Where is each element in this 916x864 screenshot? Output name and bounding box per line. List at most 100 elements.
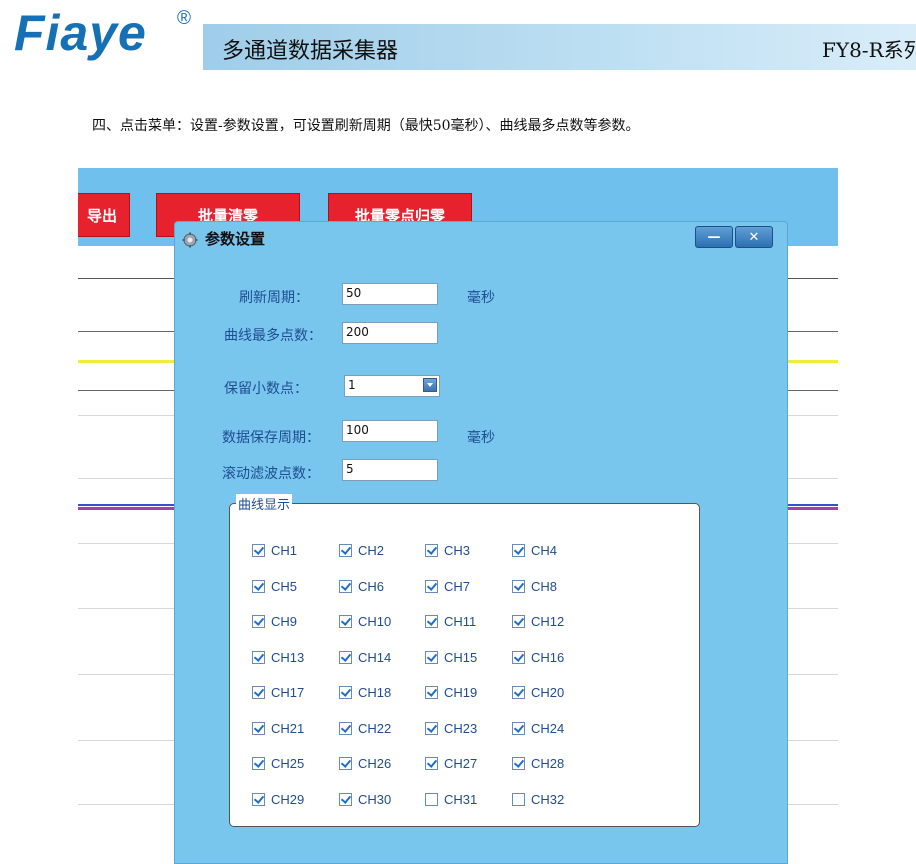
- checkbox-checked-icon[interactable]: [252, 579, 265, 593]
- save-period-input[interactable]: 100: [342, 420, 438, 442]
- channel-checkbox[interactable]: CH3: [425, 543, 470, 558]
- checkbox-checked-icon[interactable]: [425, 615, 438, 628]
- channel-checkbox[interactable]: CH15: [425, 650, 477, 665]
- minimize-button[interactable]: —: [695, 226, 733, 248]
- checkbox-checked-icon[interactable]: [425, 757, 438, 770]
- channel-checkbox[interactable]: CH1: [252, 543, 297, 558]
- channel-checkbox[interactable]: CH18: [339, 685, 391, 700]
- checkbox-checked-icon[interactable]: [339, 686, 352, 699]
- channel-label: CH15: [444, 649, 478, 665]
- channel-label: CH8: [531, 578, 558, 594]
- checkbox-checked-icon[interactable]: [252, 721, 265, 735]
- channel-checkbox[interactable]: CH9: [252, 614, 297, 629]
- checkbox-checked-icon[interactable]: [339, 544, 352, 557]
- decimals-select[interactable]: 1: [344, 375, 440, 397]
- checkbox-checked-icon[interactable]: [512, 615, 525, 628]
- checkbox-checked-icon[interactable]: [425, 544, 438, 557]
- channel-checkbox[interactable]: CH10: [339, 614, 391, 629]
- model-series: FY8-R系列: [822, 38, 916, 62]
- chevron-down-icon[interactable]: [423, 378, 437, 392]
- channel-checkbox[interactable]: CH29: [252, 792, 304, 807]
- channel-checkbox[interactable]: CH20: [512, 685, 564, 700]
- channel-label: CH11: [444, 614, 477, 629]
- channel-label: CH21: [271, 720, 305, 736]
- channel-checkbox[interactable]: CH8: [512, 579, 557, 594]
- checkbox-checked-icon[interactable]: [252, 792, 265, 806]
- channel-checkbox[interactable]: CH2: [339, 543, 384, 558]
- channel-label: CH1: [271, 543, 298, 558]
- checkbox-checked-icon[interactable]: [425, 579, 438, 593]
- channel-label: CH23: [444, 720, 478, 736]
- checkbox-checked-icon[interactable]: [339, 792, 352, 806]
- channel-label: CH14: [358, 649, 392, 665]
- channel-label: CH10: [358, 614, 392, 629]
- channel-checkbox[interactable]: CH21: [252, 721, 304, 736]
- fiaye-logo: Fiaye: [14, 5, 147, 61]
- channel-checkbox[interactable]: CH26: [339, 756, 391, 771]
- checkbox-checked-icon[interactable]: [425, 686, 438, 699]
- channel-checkbox[interactable]: CH25: [252, 756, 304, 771]
- channel-checkbox[interactable]: CH28: [512, 756, 564, 771]
- channel-checkbox[interactable]: CH30: [339, 792, 391, 807]
- channel-checkbox[interactable]: CH23: [425, 721, 477, 736]
- channel-label: CH5: [271, 578, 298, 594]
- refresh-label: 刷新周期：: [239, 290, 309, 306]
- curve-display-legend: 曲线显示: [236, 494, 293, 513]
- checkbox-checked-icon[interactable]: [512, 686, 525, 699]
- checkbox-checked-icon[interactable]: [425, 650, 438, 664]
- checkbox-checked-icon[interactable]: [339, 650, 352, 664]
- channel-label: CH24: [531, 720, 565, 736]
- channel-label: CH13: [271, 649, 305, 665]
- channel-checkbox[interactable]: CH13: [252, 650, 304, 665]
- checkbox-checked-icon[interactable]: [512, 721, 525, 735]
- save-period-label: 数据保存周期：: [222, 430, 320, 446]
- channel-checkbox[interactable]: CH11: [425, 614, 476, 629]
- channel-label: CH19: [444, 685, 478, 700]
- checkbox-checked-icon[interactable]: [339, 615, 352, 628]
- checkbox-checked-icon[interactable]: [425, 721, 438, 735]
- save-period-unit: 毫秒: [467, 430, 495, 446]
- filter-points-input[interactable]: 5: [342, 459, 438, 481]
- channel-checkbox[interactable]: CH22: [339, 721, 391, 736]
- channel-checkbox[interactable]: CH5: [252, 579, 297, 594]
- channel-checkbox[interactable]: CH27: [425, 756, 477, 771]
- channel-checkbox[interactable]: CH24: [512, 721, 564, 736]
- channel-checkbox[interactable]: CH7: [425, 579, 470, 594]
- channel-checkbox[interactable]: CH6: [339, 579, 384, 594]
- checkbox-unchecked-icon[interactable]: [425, 792, 438, 806]
- checkbox-checked-icon[interactable]: [252, 757, 265, 770]
- channel-checkbox[interactable]: CH32: [512, 792, 564, 807]
- channel-checkbox[interactable]: CH12: [512, 614, 564, 629]
- channel-checkbox[interactable]: CH19: [425, 685, 477, 700]
- channel-checkbox[interactable]: CH14: [339, 650, 391, 665]
- registered-mark: ®: [177, 8, 191, 29]
- channel-checkbox[interactable]: CH31: [425, 792, 477, 807]
- max-points-input[interactable]: 200: [342, 322, 438, 344]
- dialog-title: 参数设置: [205, 230, 266, 248]
- channel-checkbox[interactable]: CH17: [252, 685, 304, 700]
- export-button[interactable]: 导出: [78, 193, 130, 237]
- close-button[interactable]: ✕: [735, 226, 773, 248]
- channel-label: CH12: [531, 614, 565, 629]
- checkbox-checked-icon[interactable]: [512, 650, 525, 664]
- checkbox-checked-icon[interactable]: [252, 686, 265, 699]
- channel-label: CH7: [444, 578, 471, 594]
- channel-label: CH32: [531, 791, 565, 807]
- checkbox-checked-icon[interactable]: [339, 757, 352, 770]
- checkbox-checked-icon[interactable]: [252, 544, 265, 557]
- channel-label: CH26: [358, 756, 392, 771]
- checkbox-checked-icon[interactable]: [512, 579, 525, 593]
- checkbox-checked-icon[interactable]: [339, 579, 352, 593]
- checkbox-checked-icon[interactable]: [512, 544, 525, 557]
- refresh-period-input[interactable]: 50: [342, 283, 438, 305]
- checkbox-unchecked-icon[interactable]: [512, 792, 525, 806]
- channel-label: CH16: [531, 649, 565, 665]
- checkbox-checked-icon[interactable]: [252, 650, 265, 664]
- checkbox-checked-icon[interactable]: [339, 721, 352, 735]
- checkbox-checked-icon[interactable]: [512, 757, 525, 770]
- page-title: 多通道数据采集器: [222, 39, 399, 64]
- checkbox-checked-icon[interactable]: [252, 615, 265, 628]
- channel-label: CH6: [358, 578, 385, 594]
- channel-checkbox[interactable]: CH4: [512, 543, 557, 558]
- channel-checkbox[interactable]: CH16: [512, 650, 564, 665]
